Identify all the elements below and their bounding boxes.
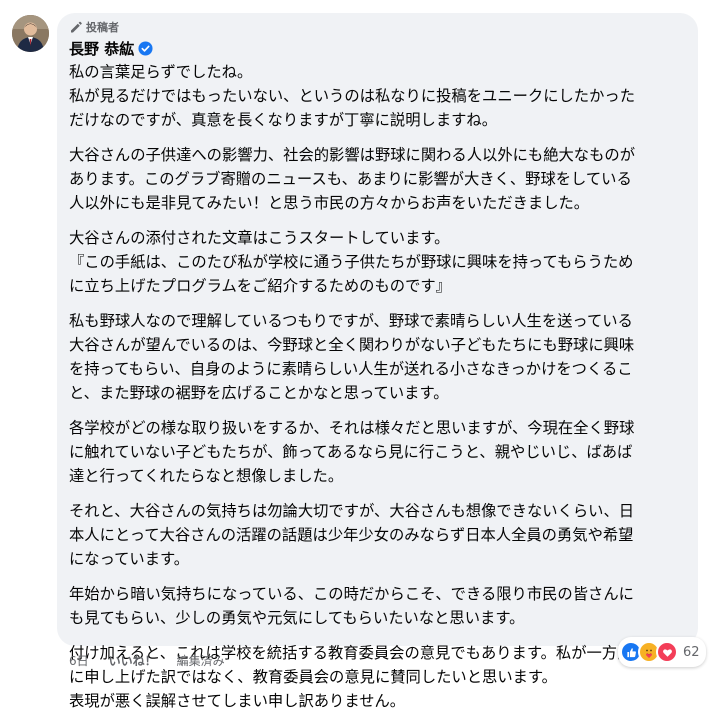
comment-line: に立ち上げたプログラムをご紹介するためのものです』 [69,277,451,295]
comment-line: 達と行ってくれたらなと想像しました。 [69,467,344,485]
comment-paragraph: それと、大谷さんの気持ちは勿論大切ですが、大谷さんも想像できないくらい、日 本人に… [69,499,695,571]
comment-line: 人以外にも是非見てみたい！と思う市民の方々からお声をいただきました。 [69,194,590,212]
comment-line: 表現が悪く誤解させてしまい申し訳ありません。 [69,692,406,710]
verified-badge-icon [138,40,153,56]
comment-timestamp[interactable]: 6日 [69,652,89,669]
comment-line: も見てもらい、少しの勇気や元気にしてもらいたいなと思います。 [69,609,525,627]
comment-text: 私の言葉足らずでしたね。私が見るだけではもったいない、というのは私なりに投稿をユ… [69,60,695,724]
avatar-photo [12,15,49,52]
like-button[interactable]: いいね！ [109,652,157,669]
comment-line: 各学校がどの様な取り扱いをするか、それは様々だと思いますが、今現在全く野球 [69,419,635,437]
comment-line: を持ってもらい、自身のように素晴らしい人生が送れる小さなきっかけをつくるこ [69,360,633,378]
pencil-icon [71,21,82,33]
comment-line: 本人にとって大谷さんの活躍の話題は少年少女のみならず日本人全員の勇気や希望 [69,526,634,544]
comment-line: 年始から暗い気持ちになっている、この時だからこそ、できる限り市民の皆さんに [69,585,634,603]
comment-paragraph: 私の言葉足らずでしたね。私が見るだけではもったいない、というのは私なりに投稿をユ… [69,60,695,132]
reaction-count: 62 [683,644,700,660]
comment-paragraph: 年始から暗い気持ちになっている、この時だからこそ、できる限り市民の皆さんに も見て… [69,582,695,630]
author-role: 投稿者 [69,19,119,35]
comment-line: あります。このグラブ寄贈のニュースも、あまりに影響が大きく、野球をしている [69,170,632,188]
author-name[interactable]: 長野 恭紘 [69,38,134,59]
comment-line: 私が見るだけではもったいない、というのは私なりに投稿をユニークにしたかった [69,87,635,105]
comment-paragraph: 各学校がどの様な取り扱いをするか、それは様々だと思いますが、今現在全く野球 に触れ… [69,416,695,488]
comment-line: に触れていない子どもたちが、飾ってあるなら見に行こうと、親やじいじ、ばあば [69,443,633,461]
comment-footer: 6日 いいね！ 編集済み [69,652,225,669]
comment-line: 大谷さんが望んでいるのは、今野球と全く関わりがない子どもたちにも野球に興味 [69,336,635,354]
comment-line: 私も野球人なので理解しているつもりですが、野球で素晴らしい人生を送っている [69,312,633,330]
reaction-summary[interactable]: 62 [618,637,706,667]
comment-line: になっています。 [69,550,190,568]
comment-line: と、また野球の裾野を広げることかなと思っています。 [69,384,449,402]
comment-bubble: 投稿者 長野 恭紘 私の言葉足らずでしたね。私が見るだけではもったいない、という… [57,13,698,710]
comment-line: だけなのですが、真意を長くなりますが丁寧に説明しますね。 [69,111,498,129]
comment-line: 大谷さんの添付された文章はこうスタートしています。 [69,229,450,247]
author-avatar[interactable] [12,15,49,52]
comment-paragraph: 大谷さんの子供達への影響力、社会的影響は野球に関わる人以外にも絶大なものが ありま… [69,143,695,215]
author-name-row: 長野 恭紘 [69,37,153,59]
comment-paragraph: 私も野球人なので理解しているつもりですが、野球で素晴らしい人生を送っている 大谷さ… [69,309,695,405]
comment-line: 私の言葉足らずでしたね。 [69,63,253,81]
author-role-label: 投稿者 [86,21,119,34]
comment-line: 『この手紙は、このたび私が学校に通う子供たちが野球に興味を持ってもらうため [69,253,634,271]
comment-paragraph: 大谷さんの添付された文章はこうスタートしています。『この手紙は、このたび私が学校… [69,226,695,298]
comment-line: それと、大谷さんの気持ちは勿論大切ですが、大谷さんも想像できないくらい、日 [69,502,635,520]
comment-line: 大谷さんの子供達への影響力、社会的影響は野球に関わる人以外にも絶大なものが [69,146,635,164]
edited-label: 編集済み [176,654,225,668]
love-icon [656,641,678,663]
